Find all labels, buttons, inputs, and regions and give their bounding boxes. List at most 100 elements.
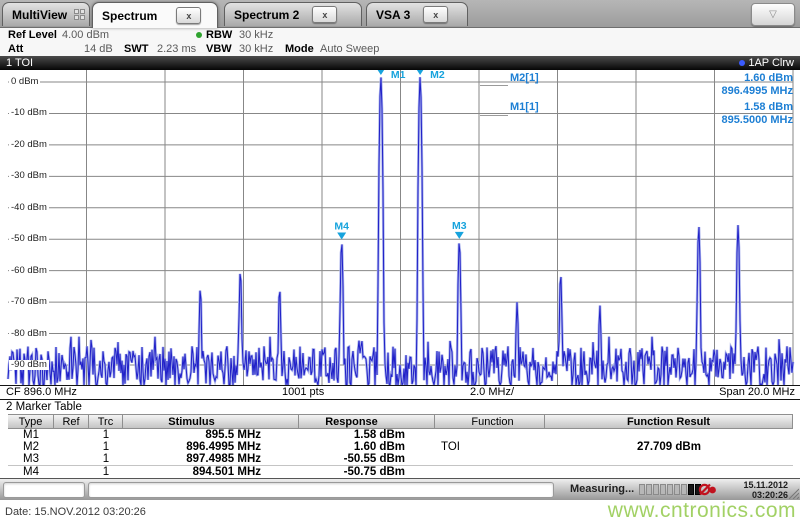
- marker-m1-frequency: 895.5000 MHz: [721, 114, 793, 126]
- marker-m1-icon[interactable]: [376, 68, 386, 76]
- spectrum-plot-area[interactable]: M4 M1 M2 M3 M2[1] 1.60 dBm 896.4995 MHz M1[…: [0, 67, 800, 390]
- progress-segment: [646, 484, 652, 495]
- footer-strip: Date: 15.NOV.2012 03:20:26 www.cntronics…: [0, 499, 800, 525]
- marker-table-column-stimulus: Stimulus: [123, 415, 299, 428]
- tab-vsa-3-close-icon[interactable]: x: [423, 6, 449, 23]
- center-frequency-readout[interactable]: CF 896.0 MHz: [6, 386, 77, 399]
- marker-table-cell: [545, 429, 793, 441]
- marker-table-cell: [435, 453, 545, 465]
- tab-spectrum-2-label: Spectrum 2: [234, 7, 300, 22]
- y-axis-label: -60 dBm: [9, 264, 49, 276]
- marker-table-cell: [545, 453, 793, 465]
- marker-table-cell: M3: [23, 453, 39, 465]
- marker-table-cell: M4: [23, 466, 39, 478]
- marker-table-column-trc: Trc: [89, 415, 123, 428]
- y-axis-label: -20 dBm: [9, 138, 49, 150]
- marker-table-cell: [54, 441, 89, 453]
- marker-m1-label: M1: [391, 70, 406, 81]
- marker-table-cell: [545, 466, 793, 478]
- marker-table-cell: [54, 466, 89, 478]
- progress-segment: [660, 484, 666, 495]
- status-date: 15.11.2012: [743, 480, 788, 490]
- y-axis-label: -10 dBm: [9, 107, 49, 119]
- progress-segment: [667, 484, 673, 495]
- vbw-label: VBW: [206, 43, 232, 55]
- tab-bar: MultiView Spectrum x Spectrum 2 x VSA 3 …: [0, 0, 800, 28]
- marker-m2-name[interactable]: M2[1]: [510, 72, 539, 85]
- watermark-text: www.cntronics.com: [607, 499, 796, 522]
- marker-table-cell: [435, 466, 545, 478]
- marker-m1-name[interactable]: M1[1]: [510, 101, 539, 114]
- progress-segment: [674, 484, 680, 495]
- y-axis-label: -30 dBm: [9, 170, 49, 182]
- status-field-left[interactable]: [3, 482, 85, 498]
- marker-table-cell: 1.60 dBm: [353, 441, 405, 453]
- marker-m1-leader-line: [480, 115, 508, 116]
- progress-segment: [681, 484, 687, 495]
- marker-table-cell: 1: [102, 466, 110, 478]
- marker-table-cell[interactable]: 894.501 MHz: [123, 466, 299, 478]
- measuring-status-text: Measuring...: [570, 483, 635, 495]
- tab-spectrum[interactable]: Spectrum x: [92, 2, 218, 28]
- swt-label: SWT: [124, 43, 149, 55]
- ref-level-label: Ref Level: [8, 29, 57, 41]
- mode-value[interactable]: Auto Sweep: [320, 43, 379, 56]
- tab-vsa-3[interactable]: VSA 3 x: [366, 2, 468, 26]
- marker-table-cell: -50.75 dBm: [343, 466, 405, 478]
- marker-m3-label: M3: [452, 220, 467, 232]
- att-label: Att: [8, 43, 24, 55]
- tab-spectrum-2[interactable]: Spectrum 2 x: [224, 2, 362, 26]
- screenshot-date-text: Date: 15.NOV.2012 03:20:26: [5, 506, 146, 518]
- tab-multiview[interactable]: MultiView: [2, 2, 90, 26]
- marker-table-row-m1[interactable]: M1 1 895.5 MHz 1.58 dBm: [8, 429, 793, 441]
- sweep-points-readout: 1001 pts: [282, 386, 325, 398]
- rbw-status-led-icon: [196, 32, 202, 38]
- marker-table-cell: 1: [102, 441, 110, 453]
- marker-table-header: Type Ref Trc Stimulus Response Function Functi…: [8, 414, 793, 429]
- marker-m4-label: M4: [334, 221, 349, 233]
- marker-table-cell[interactable]: 895.5 MHz: [123, 429, 299, 441]
- progress-segment: [653, 484, 659, 495]
- marker-m2-frequency: 896.4995 MHz: [721, 85, 793, 97]
- rbw-value[interactable]: 30 kHz: [239, 29, 273, 42]
- marker-table-row-m4[interactable]: M4 1 894.501 MHz -50.75 dBm: [8, 465, 793, 478]
- scale-per-division-readout: 2.0 MHz/: [470, 386, 515, 398]
- marker-table-cell: [54, 453, 89, 465]
- multiview-grid-icon: [74, 9, 86, 20]
- trace-indicator[interactable]: 1AP Clrw: [739, 56, 794, 70]
- marker-table-cell: 27.709 dBm: [637, 441, 701, 453]
- att-value[interactable]: 14 dB: [84, 43, 113, 56]
- marker-table-column-response: Response: [299, 415, 435, 428]
- ref-level-value[interactable]: 4.00 dBm: [62, 29, 109, 42]
- frequency-axis-bar: CF 896.0 MHz 1001 pts 2.0 MHz/ Span 20.0…: [0, 385, 800, 400]
- tab-spectrum-label: Spectrum: [102, 8, 158, 23]
- marker-table-cell: -50.55 dBm: [343, 453, 405, 465]
- marker-table-row-m2[interactable]: M2 1 896.4995 MHz 1.60 dBm TOI 27.709 dBm: [8, 441, 793, 453]
- marker-m1-level: 1.58 dBm: [744, 101, 793, 113]
- span-readout[interactable]: Span 20.0 MHz: [719, 386, 795, 399]
- marker-table-cell[interactable]: 896.4995 MHz: [123, 441, 299, 453]
- marker-m2-label: M2: [430, 70, 445, 81]
- spectrum-analyzer-screen: MultiView Spectrum x Spectrum 2 x VSA 3 …: [0, 0, 800, 525]
- marker-table-column-ref: Ref: [54, 415, 89, 428]
- tab-multiview-label: MultiView: [12, 7, 68, 22]
- vbw-value[interactable]: 30 kHz: [239, 43, 273, 56]
- marker-m4-icon[interactable]: [337, 232, 347, 240]
- window-title-bar: 1 TOI 1AP Clrw: [0, 56, 800, 70]
- status-message-field[interactable]: [88, 482, 554, 498]
- tab-spectrum-close-icon[interactable]: x: [176, 7, 202, 24]
- window-title: 1 TOI: [6, 57, 34, 69]
- marker-table-cell: 1: [102, 453, 110, 465]
- marker-table-cell: 1.58 dBm: [353, 429, 405, 441]
- marker-m2-icon[interactable]: [415, 67, 425, 75]
- tab-spectrum-2-close-icon[interactable]: x: [312, 6, 338, 23]
- marker-m2-leader-line: [480, 85, 508, 86]
- mode-label: Mode: [285, 43, 314, 55]
- marker-table-row-m3[interactable]: M3 1 897.4985 MHz -50.55 dBm: [8, 453, 793, 465]
- y-axis-label: -90 dBm: [9, 358, 49, 370]
- marker-table-cell: M2: [23, 441, 39, 453]
- marker-table-cell[interactable]: 897.4985 MHz: [123, 453, 299, 465]
- tab-overflow-dropdown-button[interactable]: ▽: [751, 3, 795, 26]
- swt-value[interactable]: 2.23 ms: [157, 43, 196, 56]
- marker-m3-icon[interactable]: [454, 231, 464, 239]
